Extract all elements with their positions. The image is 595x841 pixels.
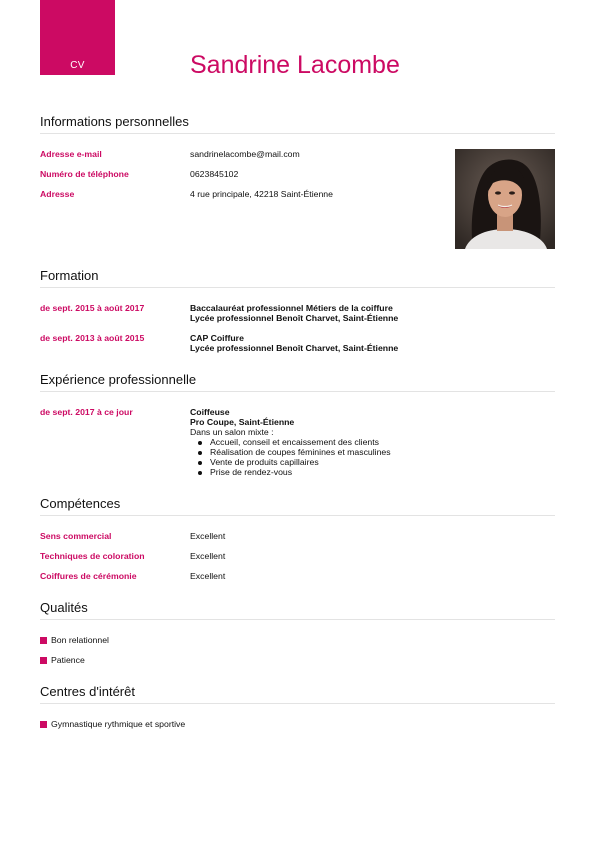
- experience-item: de sept. 2017 à ce jour Coiffeuse Pro Co…: [40, 407, 555, 477]
- section-title-personal-info: Informations personnelles: [40, 114, 555, 134]
- square-bullet-icon: [40, 656, 47, 664]
- skill-level: Excellent: [190, 531, 226, 541]
- cv-badge: CV: [40, 0, 115, 75]
- section-title-qualities: Qualités: [40, 600, 555, 620]
- candidate-name: Sandrine Lacombe: [190, 51, 400, 79]
- profile-photo: [455, 149, 555, 249]
- info-label: Adresse: [40, 189, 75, 199]
- experience-intro: Dans un salon mixte :: [190, 427, 274, 437]
- section-title-skills: Compétences: [40, 496, 555, 516]
- square-bullet-icon: [40, 720, 47, 728]
- quality-text: Patience: [51, 655, 85, 665]
- section-title-interests: Centres d'intérêt: [40, 684, 555, 704]
- interest-item: Gymnastique rythmique et sportive: [40, 719, 555, 729]
- quality-item: Patience: [40, 655, 555, 665]
- section-experience: Expérience professionnelle de sept. 2017…: [40, 372, 555, 477]
- section-education: Formation de sept. 2015 à août 2017 Bacc…: [40, 268, 555, 353]
- cv-badge-label: CV: [70, 60, 85, 71]
- education-degree: Baccalauréat professionnel Métiers de la…: [190, 303, 393, 313]
- skill-level: Excellent: [190, 571, 226, 581]
- experience-role: Coiffeuse: [190, 407, 230, 417]
- skill-label: Sens commercial: [40, 531, 112, 541]
- experience-tasks: Accueil, conseil et encaissement des cli…: [190, 437, 555, 477]
- quality-text: Bon relationnel: [51, 635, 109, 645]
- education-school: Lycée professionnel Benoît Charvet, Sain…: [190, 343, 399, 353]
- education-dates: de sept. 2013 à août 2015: [40, 333, 145, 343]
- section-interests: Centres d'intérêt Gymnastique rythmique …: [40, 684, 555, 729]
- education-degree: CAP Coiffure: [190, 333, 244, 343]
- education-item: de sept. 2013 à août 2015 CAP Coiffure L…: [40, 333, 555, 353]
- education-item: de sept. 2015 à août 2017 Baccalauréat p…: [40, 303, 555, 323]
- skill-label: Techniques de coloration: [40, 551, 145, 561]
- section-title-experience: Expérience professionnelle: [40, 372, 555, 392]
- quality-item: Bon relationnel: [40, 635, 555, 645]
- info-label: Adresse e-mail: [40, 149, 102, 159]
- task-item: Accueil, conseil et encaissement des cli…: [198, 437, 555, 447]
- skill-row: Coiffures de cérémonie Excellent: [40, 571, 555, 581]
- education-school: Lycée professionnel Benoît Charvet, Sain…: [190, 313, 399, 323]
- skill-row: Techniques de coloration Excellent: [40, 551, 555, 561]
- task-item: Vente de produits capillaires: [198, 457, 555, 467]
- experience-dates: de sept. 2017 à ce jour: [40, 407, 133, 417]
- info-label: Numéro de téléphone: [40, 169, 129, 179]
- skill-label: Coiffures de cérémonie: [40, 571, 137, 581]
- education-dates: de sept. 2015 à août 2017: [40, 303, 145, 313]
- section-skills: Compétences Sens commercial Excellent Te…: [40, 496, 555, 581]
- square-bullet-icon: [40, 636, 47, 644]
- portrait-image: [455, 149, 555, 249]
- task-item: Prise de rendez-vous: [198, 467, 555, 477]
- section-title-education: Formation: [40, 268, 555, 288]
- skill-level: Excellent: [190, 551, 226, 561]
- section-qualities: Qualités Bon relationnel Patience: [40, 600, 555, 665]
- skill-row: Sens commercial Excellent: [40, 531, 555, 541]
- interest-text: Gymnastique rythmique et sportive: [51, 719, 186, 729]
- experience-company: Pro Coupe, Saint-Étienne: [190, 417, 295, 427]
- task-item: Réalisation de coupes féminines et mascu…: [198, 447, 555, 457]
